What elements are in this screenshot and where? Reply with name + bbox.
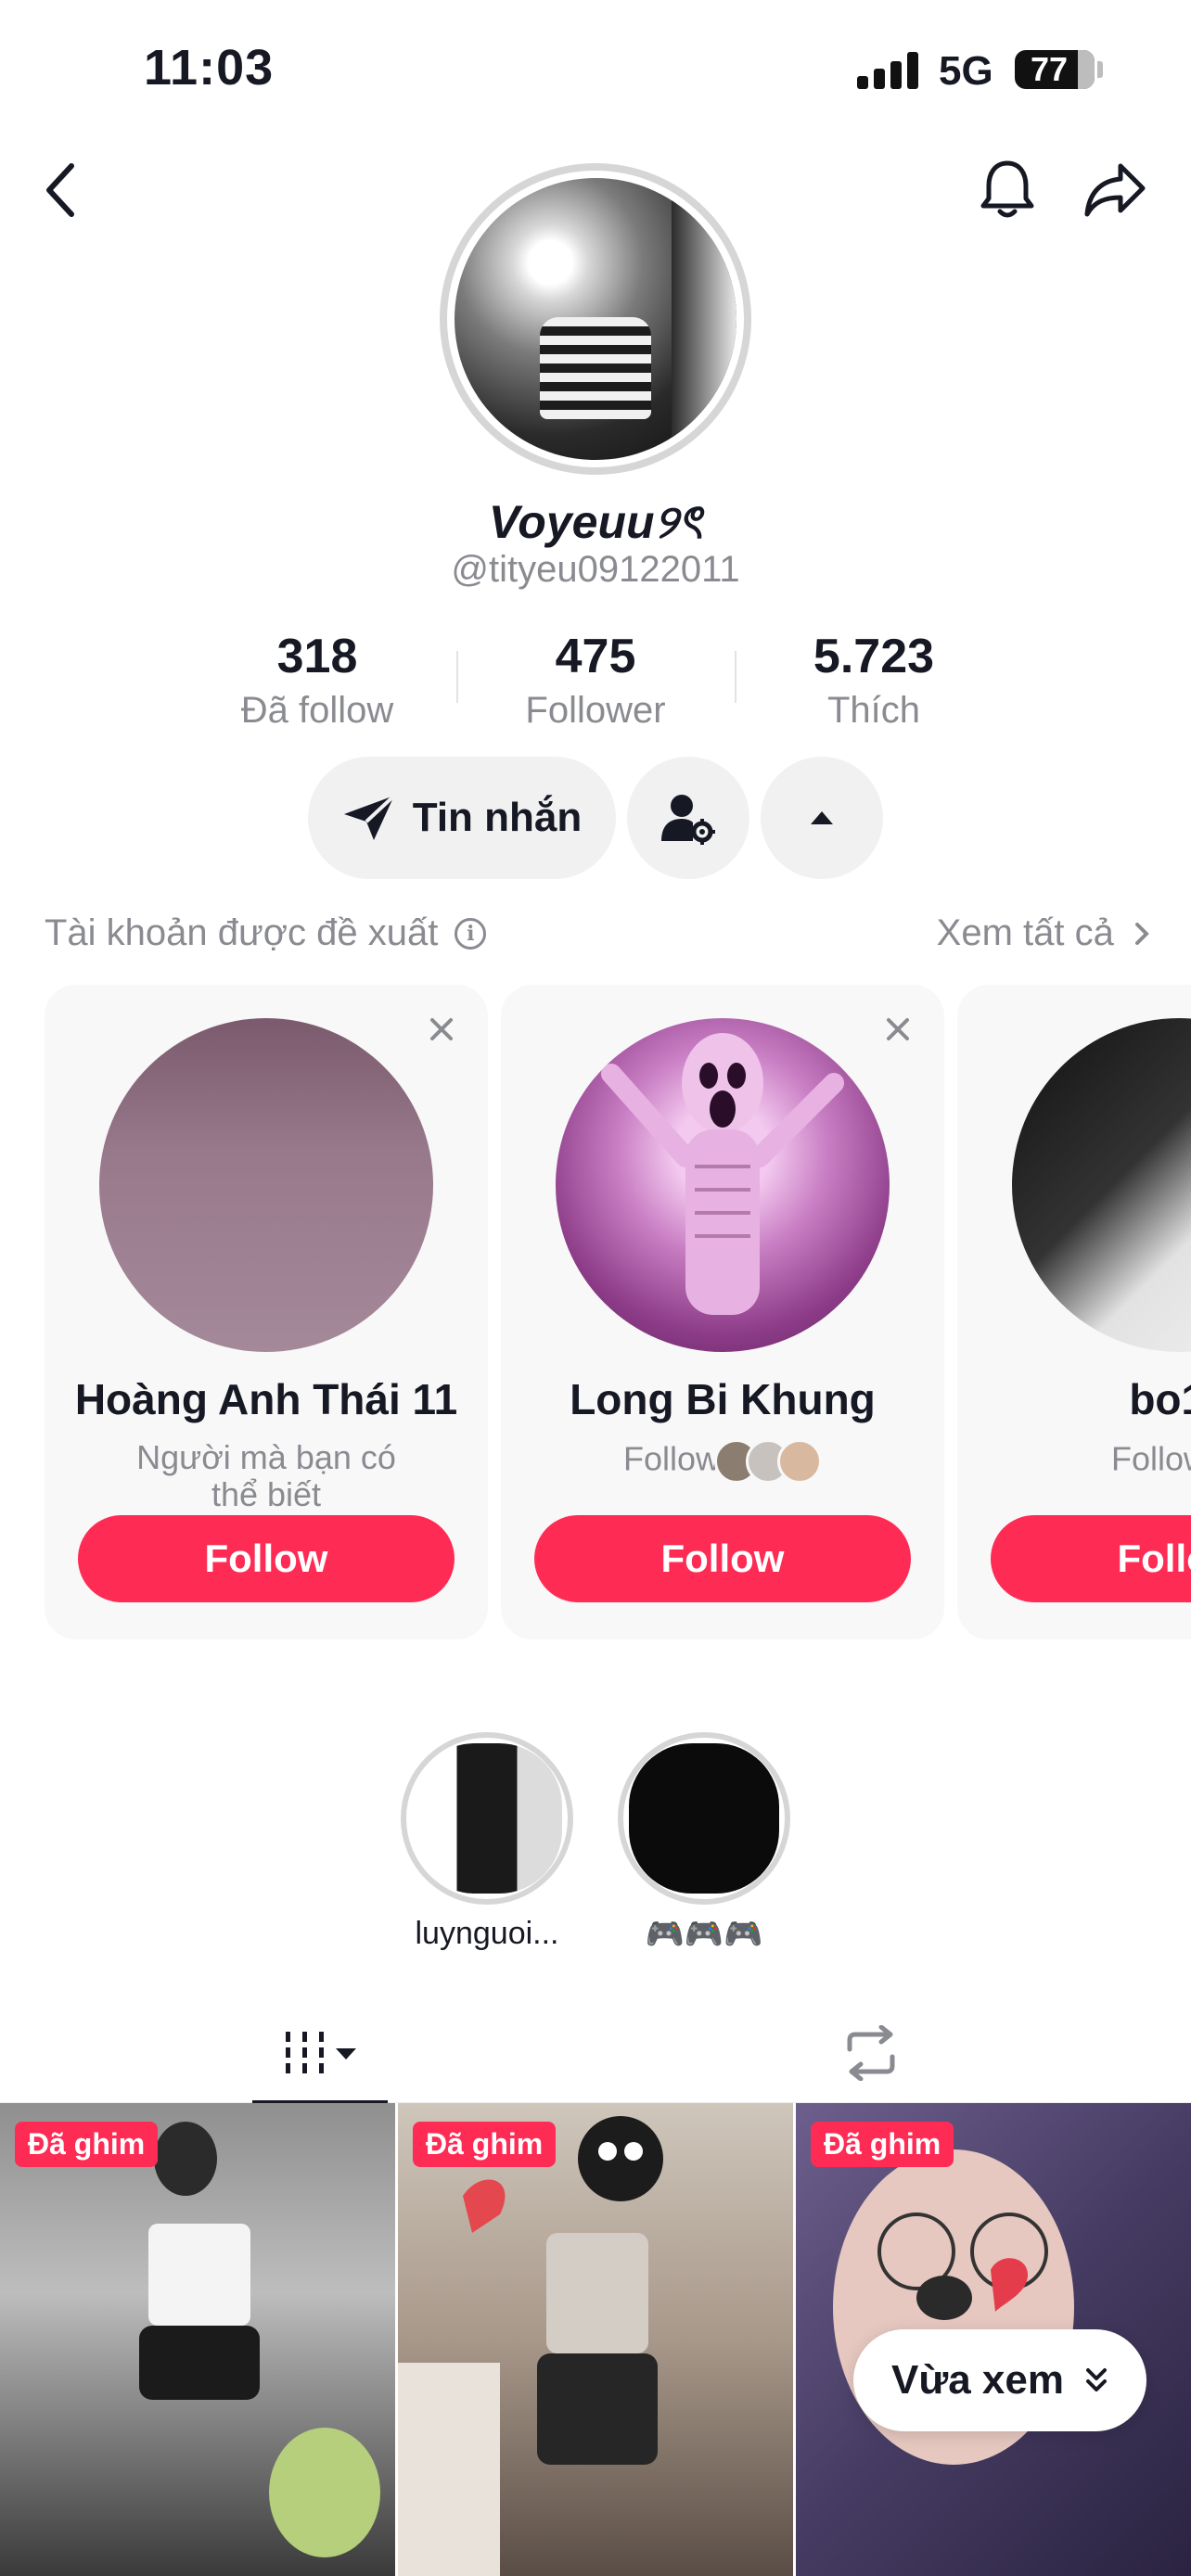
message-button[interactable]: Tin nhắn: [308, 757, 616, 879]
chevron-left-icon: [46, 163, 74, 217]
pinned-badge: Đã ghim: [15, 2122, 159, 2167]
follow-button[interactable]: Follow: [78, 1515, 455, 1602]
signal-icon: [857, 52, 922, 89]
profile-stats: 318 Đã follow 475 Follower 5.723 Thích: [0, 629, 1191, 731]
highlight-item[interactable]: luynguoi...: [401, 1732, 573, 1952]
share-arrow-icon: [1084, 163, 1146, 217]
suggestion-name: Hoàng Anh Thái 11: [74, 1375, 458, 1423]
video-thumbnail[interactable]: Đã ghim: [398, 2103, 793, 2576]
highlight-caption: 🎮🎮🎮: [645, 1917, 763, 1952]
stat-value: 5.723: [813, 630, 935, 683]
pinned-badge: Đã ghim: [811, 2122, 954, 2167]
suggestion-name: bo16: [1129, 1375, 1191, 1423]
see-all-label: Xem tất cả: [936, 912, 1114, 953]
highlight-cover: [412, 1743, 562, 1894]
highlight-cover: [629, 1743, 779, 1894]
mutual-avatars: [714, 1439, 823, 1484]
stat-label: Follower: [525, 690, 666, 731]
suggestion-avatar[interactable]: [99, 1018, 433, 1352]
message-label: Tin nhắn: [412, 795, 583, 840]
recently-viewed-button[interactable]: Vừa xem: [853, 2329, 1146, 2431]
battery-icon: 77: [1015, 50, 1095, 89]
video-thumbnail[interactable]: Đã ghim: [0, 2103, 395, 2576]
suggestion-avatar[interactable]: [1012, 1018, 1191, 1352]
suggestions-header: Tài khoản được đề xuất i Xem tất cả: [45, 912, 1150, 964]
share-button[interactable]: [1082, 156, 1150, 223]
stat-label: Thích: [826, 690, 921, 731]
close-icon[interactable]: [879, 1011, 916, 1048]
avatar-photo: [455, 178, 736, 460]
highlight-item[interactable]: 🎮🎮🎮: [618, 1732, 790, 1953]
follow-button[interactable]: Follow: [534, 1515, 911, 1602]
user-settings-button[interactable]: [627, 757, 749, 879]
suggestion-subtitle: Follow: [957, 1439, 1191, 1484]
status-bar: 11:03 5G 77: [0, 0, 1191, 139]
user-gear-icon: [661, 795, 715, 845]
bell-icon: [980, 160, 1034, 218]
tab-reposts[interactable]: [803, 2003, 939, 2103]
caret-up-icon: [811, 811, 833, 824]
double-chevron-down-icon: [1085, 2368, 1107, 2391]
battery-cap: [1097, 61, 1103, 78]
suggestions-title-text: Tài khoản được đề xuất: [45, 912, 439, 953]
avatar[interactable]: [440, 163, 751, 475]
close-icon[interactable]: [423, 1011, 460, 1048]
video-preview: [139, 2122, 380, 2557]
grid-icon: [286, 2032, 356, 2073]
suggestion-carousel[interactable]: Hoàng Anh Thái 11 Người mà bạn có thể bi…: [0, 985, 1191, 1639]
pinned-badge: Đã ghim: [413, 2122, 557, 2167]
suggestion-subtitle: Người mà bạn có thể biết: [136, 1438, 396, 1513]
suggestion-subtitle: Follow: [501, 1439, 944, 1484]
stat-value: 318: [276, 630, 358, 683]
suggestion-card: Long Bi Khung Follow Follow: [501, 985, 944, 1639]
tab-videos[interactable]: [252, 2003, 388, 2105]
stat-label: Đã follow: [240, 690, 394, 731]
suggestions-title: Tài khoản được đề xuất i: [45, 912, 487, 954]
repost-icon: [847, 2025, 895, 2081]
suggestion-card: bo16 Follow Follow: [957, 985, 1191, 1639]
username: @tityeu09122011: [451, 549, 740, 590]
suggestion-subtitle-text: Follow: [1110, 1439, 1191, 1478]
highlights-row: luynguoi... 🎮🎮🎮: [0, 1732, 1191, 1955]
suggestion-avatar[interactable]: [556, 1018, 890, 1352]
info-icon[interactable]: i: [455, 917, 487, 950]
recently-viewed-label: Vừa xem: [891, 2357, 1064, 2403]
status-time: 11:03: [144, 40, 275, 96]
notification-button[interactable]: [974, 156, 1041, 223]
send-icon: [343, 794, 396, 840]
highlight-caption: luynguoi...: [415, 1916, 559, 1951]
suggestion-card: Hoàng Anh Thái 11 Người mà bạn có thể bi…: [45, 985, 488, 1639]
stat-following[interactable]: 318 Đã follow: [178, 629, 456, 732]
stat-value: 475: [555, 630, 636, 683]
battery-level: 77: [1030, 50, 1069, 88]
back-button[interactable]: [28, 158, 93, 223]
suggestion-name: Long Bi Khung: [570, 1375, 876, 1423]
suggestion-subtitle-text: Follow: [622, 1439, 720, 1478]
suggestions-toggle-button[interactable]: [761, 757, 883, 879]
follow-button[interactable]: Follow: [991, 1515, 1191, 1602]
content-tabs: [0, 2003, 1191, 2105]
chevron-right-icon: [1135, 923, 1149, 945]
highlight-ring: [401, 1732, 573, 1905]
see-all-link[interactable]: Xem tất cả: [937, 912, 1150, 954]
highlight-ring: [618, 1732, 790, 1905]
creature-illustration: [601, 1033, 844, 1315]
stat-followers[interactable]: 475 Follower: [456, 629, 735, 732]
network-label: 5G: [939, 48, 993, 94]
stat-likes[interactable]: 5.723 Thích: [735, 629, 1013, 732]
profile-actions: Tin nhắn: [0, 757, 1191, 879]
video-preview: [398, 2116, 663, 2576]
